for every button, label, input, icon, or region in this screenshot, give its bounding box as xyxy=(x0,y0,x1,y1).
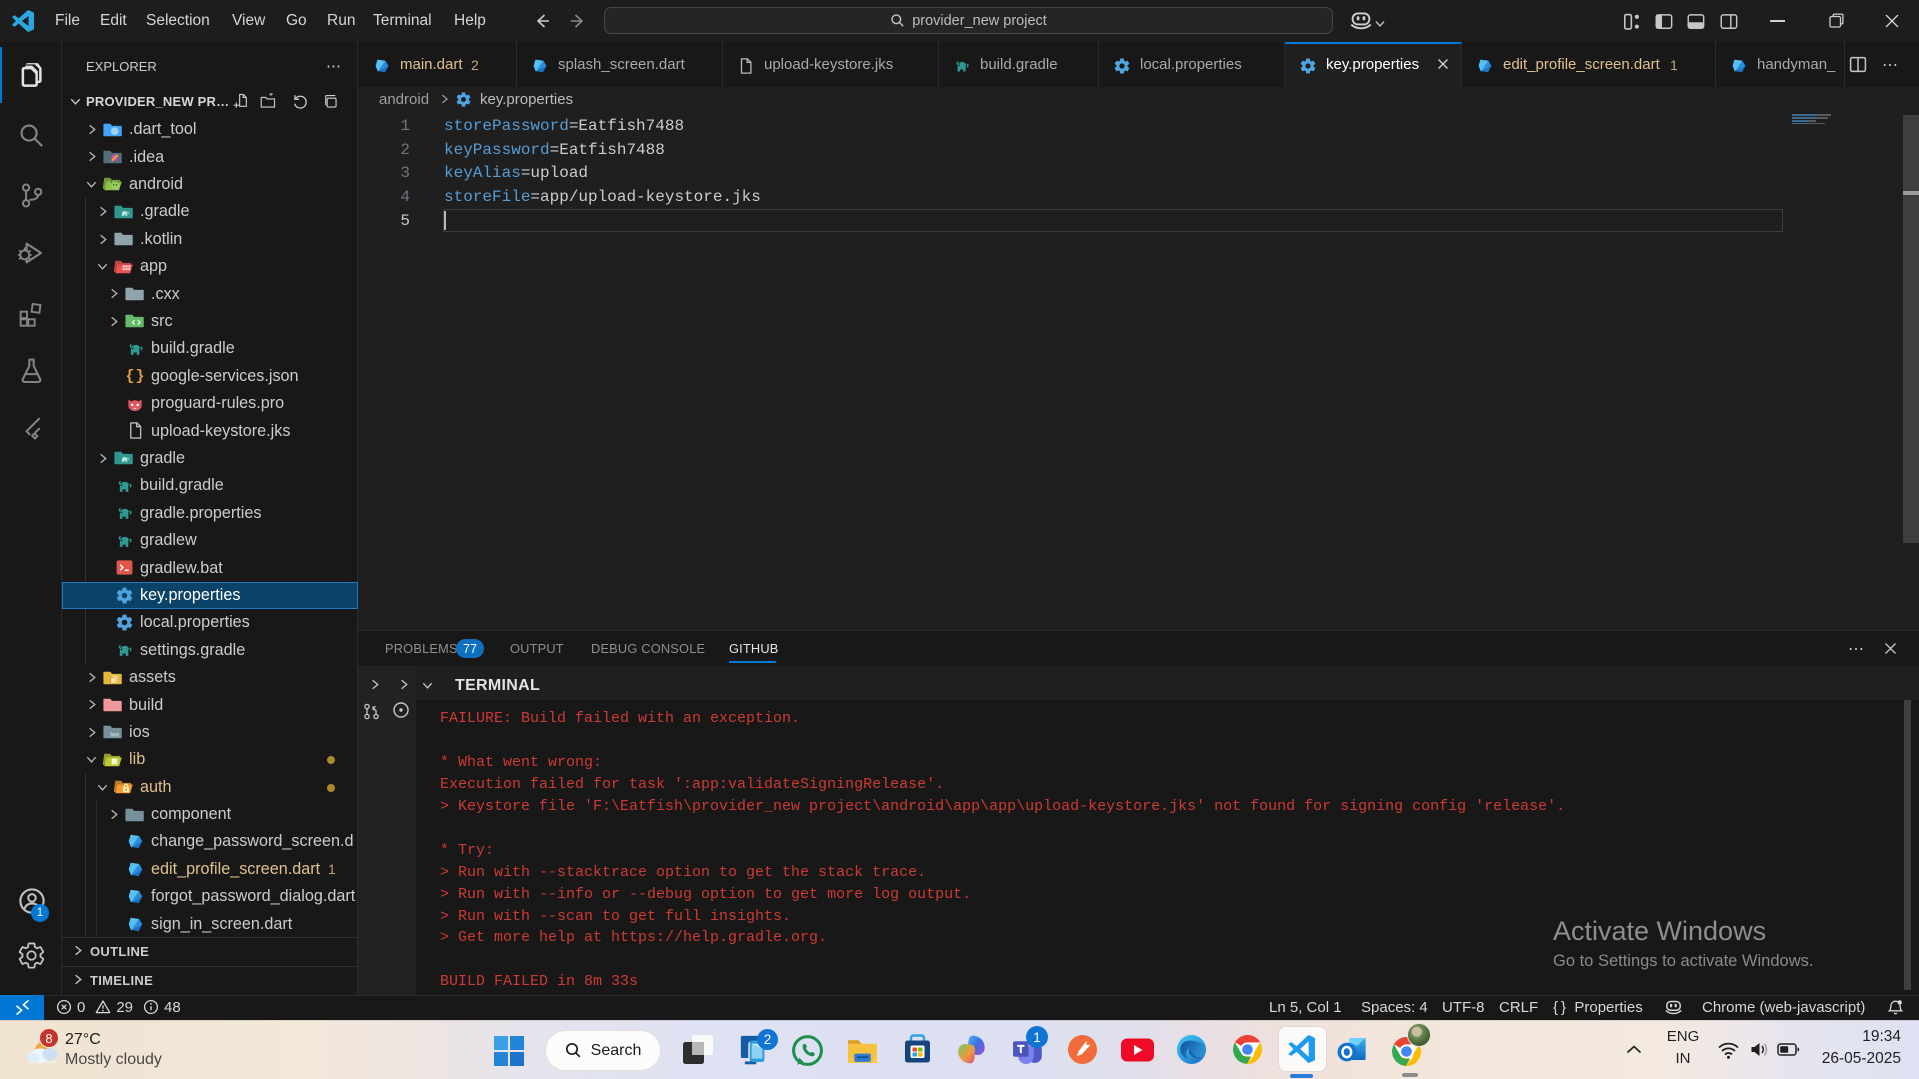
svg-text:ios: ios xyxy=(110,732,120,739)
